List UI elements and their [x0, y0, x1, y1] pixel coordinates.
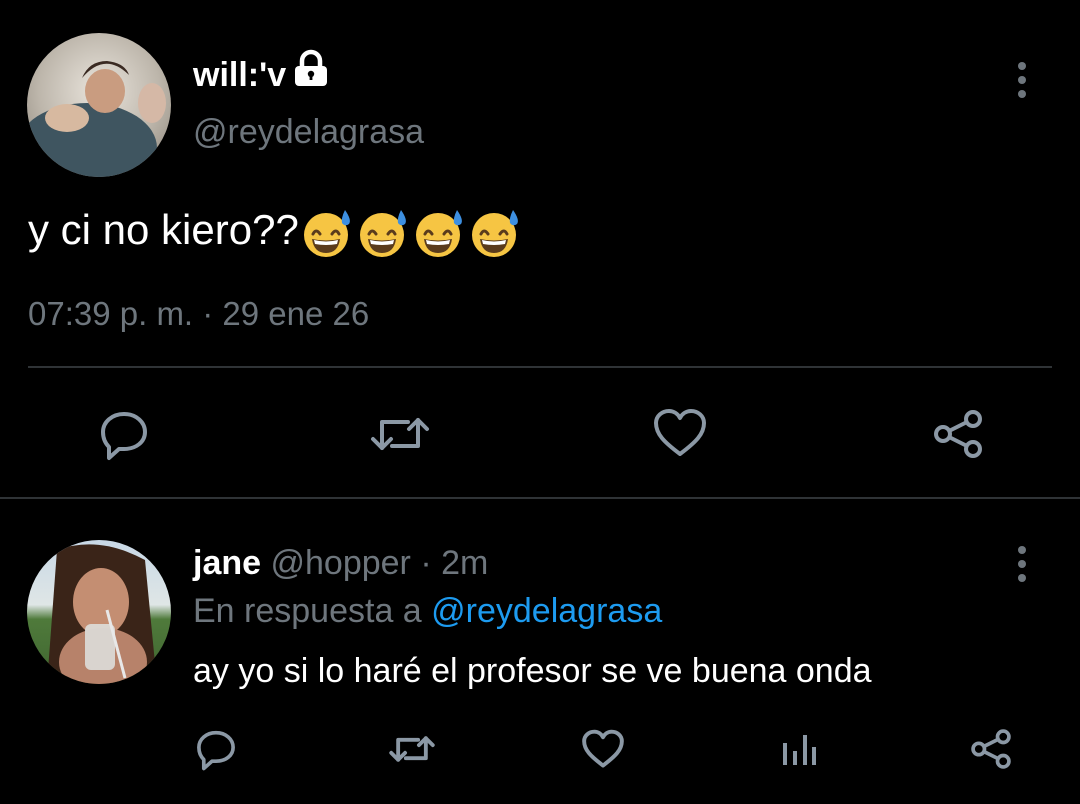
grinning-face-with-sweat-emoji	[359, 209, 406, 257]
lock-icon	[293, 49, 329, 100]
emoji-group	[299, 206, 523, 257]
share-icon[interactable]	[968, 726, 1014, 772]
reply-separator: ·	[420, 544, 432, 582]
replying-to-label: En respuesta a	[193, 592, 422, 630]
reply-author-handle[interactable]: @hopper	[271, 544, 411, 582]
tweet-text: y ci no kiero??	[28, 205, 523, 260]
reply-icon[interactable]	[193, 726, 239, 772]
grinning-face-with-sweat-emoji	[415, 209, 462, 257]
reply-time[interactable]: 2m	[441, 544, 488, 582]
author-avatar[interactable]	[27, 33, 171, 177]
retweet-icon[interactable]	[386, 726, 438, 772]
tweet-text-content: y ci no kiero??	[28, 206, 299, 253]
tweet-divider	[28, 366, 1052, 368]
main-tweet: will:'v @reydelagrasa y ci no kiero?? 07…	[0, 0, 1080, 500]
more-vertical-icon[interactable]	[1007, 539, 1037, 589]
like-icon[interactable]	[651, 404, 709, 462]
like-icon[interactable]	[580, 726, 626, 772]
author-handle[interactable]: @reydelagrasa	[193, 112, 424, 152]
reply-tweet[interactable]: jane @hopper · 2m En respuesta a @reydel…	[0, 500, 1080, 804]
author-display-name[interactable]: will:'v	[193, 49, 327, 95]
stats-icon[interactable]	[776, 726, 822, 772]
reply-author-avatar[interactable]	[27, 540, 171, 684]
reply-text: ay yo si lo haré el profesor se ve buena…	[193, 652, 872, 690]
replying-to-handle[interactable]: @reydelagrasa	[431, 592, 662, 630]
reply-author-name[interactable]: jane	[193, 544, 261, 582]
tweet-timestamp[interactable]: 07:39 p. m. · 29 ene 26	[28, 294, 369, 334]
reply-icon[interactable]	[96, 406, 152, 462]
grinning-face-with-sweat-emoji	[303, 209, 350, 257]
section-divider	[0, 497, 1080, 499]
author-name-text[interactable]: will:'v	[193, 56, 286, 94]
replying-to-line: En respuesta a @reydelagrasa	[193, 591, 662, 631]
more-vertical-icon[interactable]	[1007, 55, 1037, 105]
retweet-icon[interactable]	[368, 406, 432, 462]
grinning-face-with-sweat-emoji	[471, 209, 518, 257]
reply-header: jane @hopper · 2m	[193, 543, 488, 583]
share-icon[interactable]	[930, 406, 986, 462]
